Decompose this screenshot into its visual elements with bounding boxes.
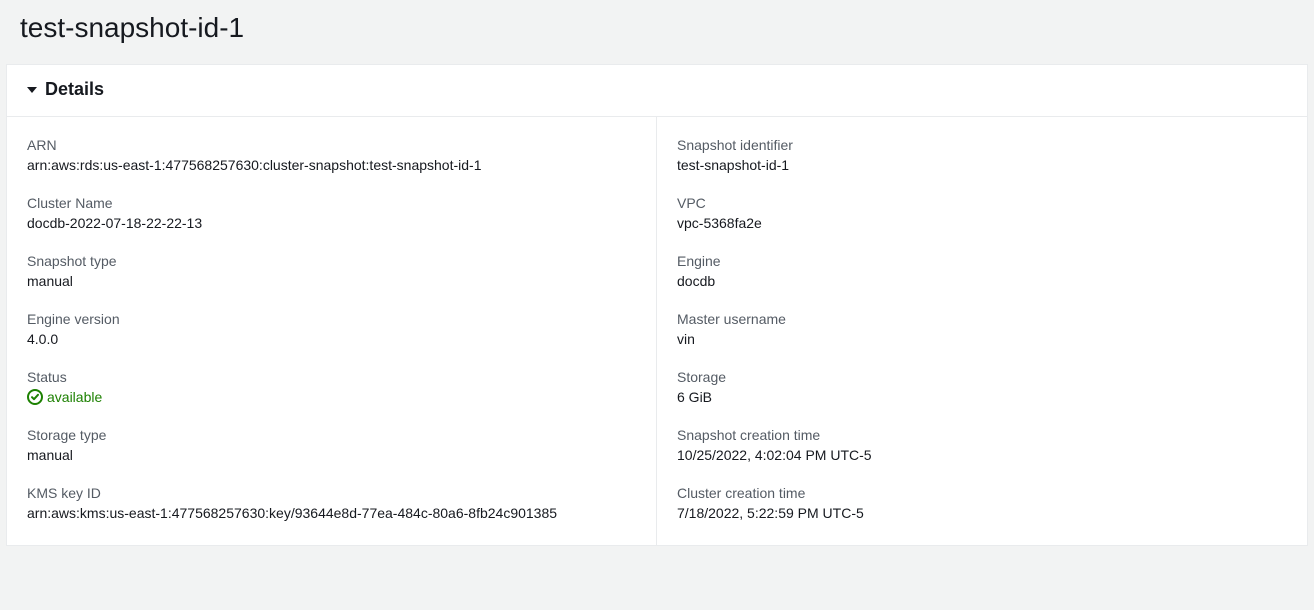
snapshot-type-label: Snapshot type (27, 253, 636, 269)
status-available-icon (27, 389, 43, 405)
storage-label: Storage (677, 369, 1287, 385)
status-field: Status available (27, 369, 636, 405)
master-username-label: Master username (677, 311, 1287, 327)
snapshot-creation-time-label: Snapshot creation time (677, 427, 1287, 443)
snapshot-identifier-value: test-snapshot-id-1 (677, 157, 1287, 173)
details-panel-body: ARN arn:aws:rds:us-east-1:477568257630:c… (7, 117, 1307, 545)
vpc-value: vpc-5368fa2e (677, 215, 1287, 231)
arn-field: ARN arn:aws:rds:us-east-1:477568257630:c… (27, 137, 636, 173)
snapshot-type-value: manual (27, 273, 636, 289)
storage-type-label: Storage type (27, 427, 636, 443)
master-username-field: Master username vin (677, 311, 1287, 347)
cluster-name-value: docdb-2022-07-18-22-22-13 (27, 215, 636, 231)
engine-version-value: 4.0.0 (27, 331, 636, 347)
storage-value: 6 GiB (677, 389, 1287, 405)
status-value: available (47, 389, 102, 405)
vpc-field: VPC vpc-5368fa2e (677, 195, 1287, 231)
kms-key-field: KMS key ID arn:aws:kms:us-east-1:4775682… (27, 485, 636, 521)
cluster-name-label: Cluster Name (27, 195, 636, 211)
page-title: test-snapshot-id-1 (20, 12, 1294, 44)
arn-value: arn:aws:rds:us-east-1:477568257630:clust… (27, 157, 636, 173)
page-header: test-snapshot-id-1 (0, 0, 1314, 64)
cluster-creation-time-label: Cluster creation time (677, 485, 1287, 501)
cluster-creation-time-value: 7/18/2022, 5:22:59 PM UTC-5 (677, 505, 1287, 521)
vpc-label: VPC (677, 195, 1287, 211)
master-username-value: vin (677, 331, 1287, 347)
arn-label: ARN (27, 137, 636, 153)
details-left-column: ARN arn:aws:rds:us-east-1:477568257630:c… (7, 117, 657, 545)
storage-type-value: manual (27, 447, 636, 463)
engine-value: docdb (677, 273, 1287, 289)
snapshot-identifier-field: Snapshot identifier test-snapshot-id-1 (677, 137, 1287, 173)
engine-label: Engine (677, 253, 1287, 269)
status-value-row: available (27, 389, 636, 405)
status-label: Status (27, 369, 636, 385)
caret-down-icon (27, 87, 37, 93)
cluster-name-field: Cluster Name docdb-2022-07-18-22-22-13 (27, 195, 636, 231)
engine-version-label: Engine version (27, 311, 636, 327)
details-panel-header[interactable]: Details (7, 65, 1307, 117)
cluster-creation-time-field: Cluster creation time 7/18/2022, 5:22:59… (677, 485, 1287, 521)
snapshot-type-field: Snapshot type manual (27, 253, 636, 289)
storage-type-field: Storage type manual (27, 427, 636, 463)
kms-key-label: KMS key ID (27, 485, 636, 501)
details-right-column: Snapshot identifier test-snapshot-id-1 V… (657, 117, 1307, 545)
engine-version-field: Engine version 4.0.0 (27, 311, 636, 347)
snapshot-identifier-label: Snapshot identifier (677, 137, 1287, 153)
snapshot-creation-time-value: 10/25/2022, 4:02:04 PM UTC-5 (677, 447, 1287, 463)
snapshot-creation-time-field: Snapshot creation time 10/25/2022, 4:02:… (677, 427, 1287, 463)
details-panel: Details ARN arn:aws:rds:us-east-1:477568… (6, 64, 1308, 546)
details-panel-title: Details (45, 79, 104, 100)
kms-key-value: arn:aws:kms:us-east-1:477568257630:key/9… (27, 505, 636, 521)
storage-field: Storage 6 GiB (677, 369, 1287, 405)
engine-field: Engine docdb (677, 253, 1287, 289)
